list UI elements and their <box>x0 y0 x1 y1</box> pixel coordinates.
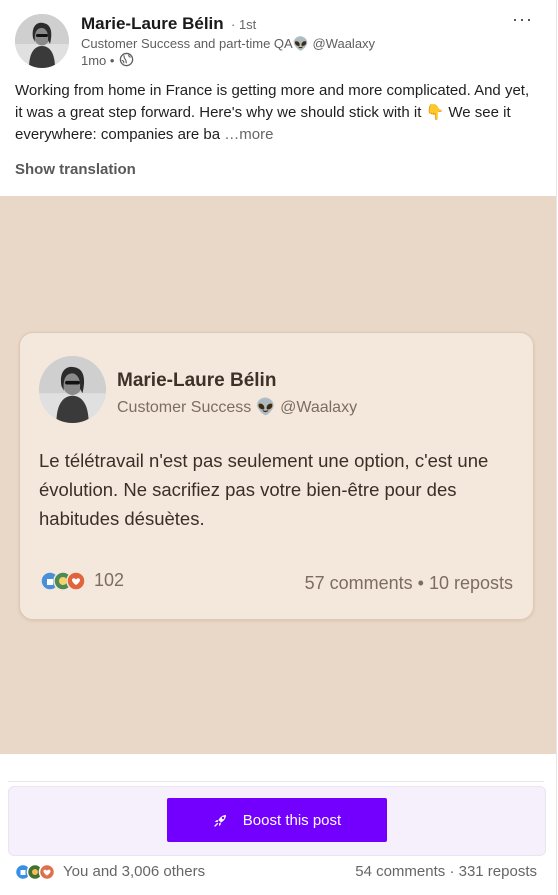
feed-post: Marie-Laure Bélin · 1st Customer Success… <box>0 0 557 895</box>
divider <box>8 781 544 782</box>
card-author-name: Marie-Laure Bélin <box>117 370 277 391</box>
post-body: Working from home in France is getting m… <box>15 80 535 146</box>
see-more-link[interactable]: …more <box>224 126 273 143</box>
card-author-headline: Customer Success 👽 @Waalaxy <box>117 399 358 416</box>
more-options-icon[interactable]: ··· <box>512 10 533 28</box>
reactions-label[interactable]: You and 3,006 others <box>63 863 205 880</box>
reactions-icons[interactable] <box>14 863 60 881</box>
author-name[interactable]: Marie-Laure Bélin <box>81 14 224 34</box>
show-translation-button[interactable]: Show translation <box>15 161 136 178</box>
rocket-icon <box>214 815 226 827</box>
card-reactions-icons <box>40 571 86 591</box>
card-reaction-count: 102 <box>94 570 125 590</box>
boost-area: Boost this post <box>8 786 546 856</box>
author-avatar[interactable] <box>15 14 69 68</box>
connection-degree: · 1st <box>231 17 257 32</box>
post-media[interactable]: Marie-Laure Bélin Customer Success 👽 @Wa… <box>0 196 556 754</box>
post-time: 1mo • <box>81 53 115 68</box>
boost-post-button[interactable]: Boost this post <box>167 798 387 842</box>
card-stats: 57 comments • 10 reposts <box>304 573 513 593</box>
card-avatar <box>39 356 106 423</box>
comments-reposts-stats[interactable]: 54 comments · 331 reposts <box>355 863 537 880</box>
boost-label: Boost this post <box>242 811 342 829</box>
globe-icon <box>119 52 134 67</box>
quote-card: Marie-Laure Bélin Customer Success 👽 @Wa… <box>19 332 534 620</box>
author-headline: Customer Success and part-time QA👽 @Waal… <box>81 36 376 51</box>
card-quote-text: Le télétravail n'est pas seulement une o… <box>39 450 489 529</box>
